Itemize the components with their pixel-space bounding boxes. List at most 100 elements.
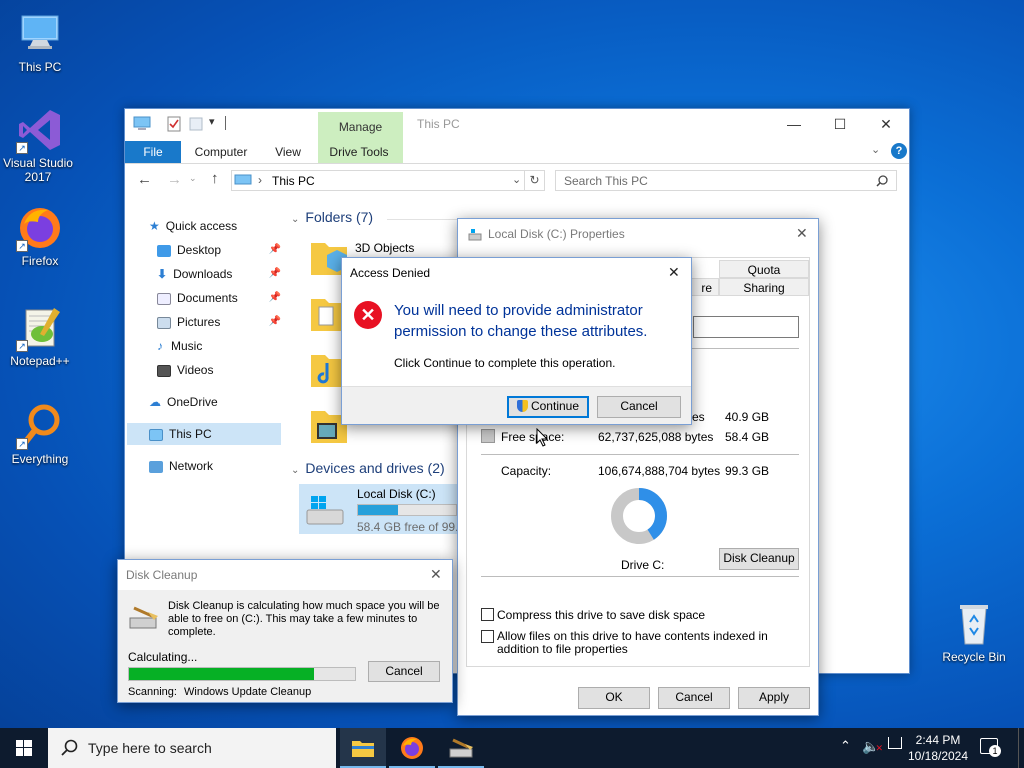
show-hidden-icons-icon[interactable]: ⌃ (840, 738, 851, 754)
notification-center-icon[interactable]: 1 (980, 738, 1001, 757)
error-heading: You will need to provide administrator p… (394, 302, 648, 340)
help-icon[interactable]: ? (891, 143, 907, 159)
forward-arrow-icon[interactable]: → (167, 171, 182, 188)
nav-onedrive[interactable]: ☁ OneDrive (149, 391, 279, 413)
free-space-label: Free space: (501, 430, 565, 444)
breadcrumb-chevron-icon[interactable]: › (258, 173, 262, 187)
close-icon[interactable]: ✕ (796, 225, 808, 242)
desktop-icon-firefox[interactable]: ↗ Firefox (2, 204, 78, 268)
tab-view[interactable]: View (267, 141, 309, 163)
star-icon: ★ (149, 219, 160, 233)
maximize-button[interactable]: ☐ (817, 109, 863, 139)
taskbar-firefox[interactable] (389, 728, 435, 768)
back-arrow-icon[interactable]: ← (137, 171, 152, 188)
system-clock[interactable]: 2:44 PM 10/18/2024 (906, 732, 970, 764)
free-space-swatch (481, 429, 495, 443)
desktop-icon-recycle-bin[interactable]: Recycle Bin (936, 600, 1012, 664)
properties-icon[interactable] (167, 116, 181, 132)
devices-group-header[interactable]: ⌄ Devices and drives (2) (291, 460, 445, 476)
address-bar[interactable]: › This PC ⌄ (231, 170, 525, 191)
computer-icon (16, 10, 64, 58)
nav-desktop[interactable]: Desktop 📌 (157, 239, 281, 261)
search-input[interactable]: Search This PC (564, 174, 648, 188)
search-icon[interactable] (876, 175, 888, 187)
tab-drive-tools[interactable]: Drive Tools (321, 141, 397, 163)
cancel-button[interactable]: Cancel (368, 661, 440, 682)
pin-icon[interactable]: 📌 (269, 311, 281, 333)
ribbon-divider (125, 163, 909, 164)
error-icon: ✕ (354, 301, 382, 329)
continue-button[interactable]: Continue (507, 396, 589, 418)
clock-date: 10/18/2024 (907, 749, 969, 763)
refresh-button[interactable]: ↻ (525, 170, 545, 191)
index-checkbox[interactable] (481, 630, 494, 643)
dialog-title: Disk Cleanup (126, 568, 198, 582)
nav-downloads[interactable]: ⬇ Downloads 📌 (157, 263, 281, 285)
nav-pictures[interactable]: Pictures 📌 (157, 311, 281, 333)
used-space-bytes: es (692, 410, 705, 424)
tab-file[interactable]: File (125, 141, 181, 163)
taskbar-file-explorer[interactable] (340, 728, 386, 768)
taskbar-disk-cleanup[interactable] (438, 728, 484, 768)
desktop-icon-everything[interactable]: ↗ Everything (2, 402, 78, 466)
folders-group-header[interactable]: ⌄ Folders (7) (291, 209, 373, 225)
recent-locations-icon[interactable]: ⌄ (189, 173, 197, 184)
nav-network[interactable]: Network (149, 455, 279, 477)
index-label[interactable]: Allow files on this drive to have conten… (497, 630, 801, 656)
expand-ribbon-icon[interactable]: ⌄ (871, 143, 880, 156)
search-box[interactable]: Search This PC (555, 170, 897, 191)
minimize-button[interactable]: — (771, 109, 817, 139)
new-folder-icon[interactable] (189, 116, 203, 132)
cancel-button[interactable]: Cancel (658, 687, 730, 709)
apply-button[interactable]: Apply (738, 687, 810, 709)
nav-videos[interactable]: Videos (157, 359, 281, 381)
network-icon (149, 460, 163, 473)
desktop-icon-label: Firefox (21, 254, 59, 268)
desktop-icon-label: Recycle Bin (942, 650, 1006, 664)
nav-this-pc[interactable]: This PC (127, 423, 281, 445)
start-button[interactable] (0, 728, 46, 768)
close-icon[interactable]: ✕ (668, 264, 680, 281)
capacity-label: Capacity: (501, 464, 552, 478)
close-icon[interactable]: ✕ (430, 566, 442, 583)
nav-documents[interactable]: Documents 📌 (157, 287, 281, 309)
network-status-icon[interactable] (888, 737, 902, 749)
nav-music[interactable]: ♪ Music (157, 335, 281, 357)
customize-toolbar-icon[interactable]: ▾ (209, 115, 215, 128)
drive-tile-c[interactable]: Local Disk (C:) 58.4 GB free of 99.3 (299, 484, 465, 534)
drive-usage-donut (611, 488, 667, 544)
up-arrow-icon[interactable]: ↑ (211, 170, 219, 187)
taskbar-search-box[interactable]: Type here to search (48, 728, 336, 768)
desktop-icon-this-pc[interactable]: This PC (2, 10, 78, 74)
pin-icon[interactable]: 📌 (269, 287, 281, 309)
cleanup-status: Calculating... (128, 650, 198, 664)
disk-cleanup-button[interactable]: Disk Cleanup (719, 548, 799, 570)
tab-computer[interactable]: Computer (187, 141, 255, 163)
nav-quick-access[interactable]: ★ Quick access (149, 215, 279, 237)
pin-icon[interactable]: 📌 (269, 239, 281, 261)
ok-button[interactable]: OK (578, 687, 650, 709)
show-desktop-button[interactable] (1018, 728, 1024, 768)
volume-muted-icon[interactable]: 🔈✕ (862, 738, 883, 755)
scanning-item: Windows Update Cleanup (184, 686, 312, 698)
close-button[interactable]: ✕ (863, 109, 909, 139)
used-space-gb: 40.9 GB (725, 410, 770, 424)
dialog-title: Access Denied (350, 266, 431, 280)
tab-sharing[interactable]: Sharing (719, 278, 809, 296)
desktop-icon-notepadpp[interactable]: ↗ Notepad++ (2, 304, 78, 368)
cancel-button[interactable]: Cancel (597, 396, 681, 418)
taskbar-search-input[interactable]: Type here to search (88, 740, 212, 756)
address-dropdown-icon[interactable]: ⌄ (512, 173, 521, 186)
shortcut-arrow-icon: ↗ (16, 438, 28, 450)
documents-icon (157, 292, 171, 305)
compress-label[interactable]: Compress this drive to save disk space (497, 608, 705, 622)
notepadpp-icon: ↗ (16, 304, 64, 352)
toolbar-separator (225, 116, 226, 130)
tab-quota[interactable]: Quota (719, 260, 809, 278)
drive-label-input[interactable] (693, 316, 799, 338)
compress-checkbox[interactable] (481, 608, 494, 621)
desktop-icon-visual-studio[interactable]: ↗ Visual Studio 2017 (2, 106, 78, 184)
free-space-gb: 58.4 GB (725, 430, 770, 444)
pin-icon[interactable]: 📌 (269, 263, 281, 285)
cleanup-message: Disk Cleanup is calculating how much spa… (168, 600, 440, 638)
